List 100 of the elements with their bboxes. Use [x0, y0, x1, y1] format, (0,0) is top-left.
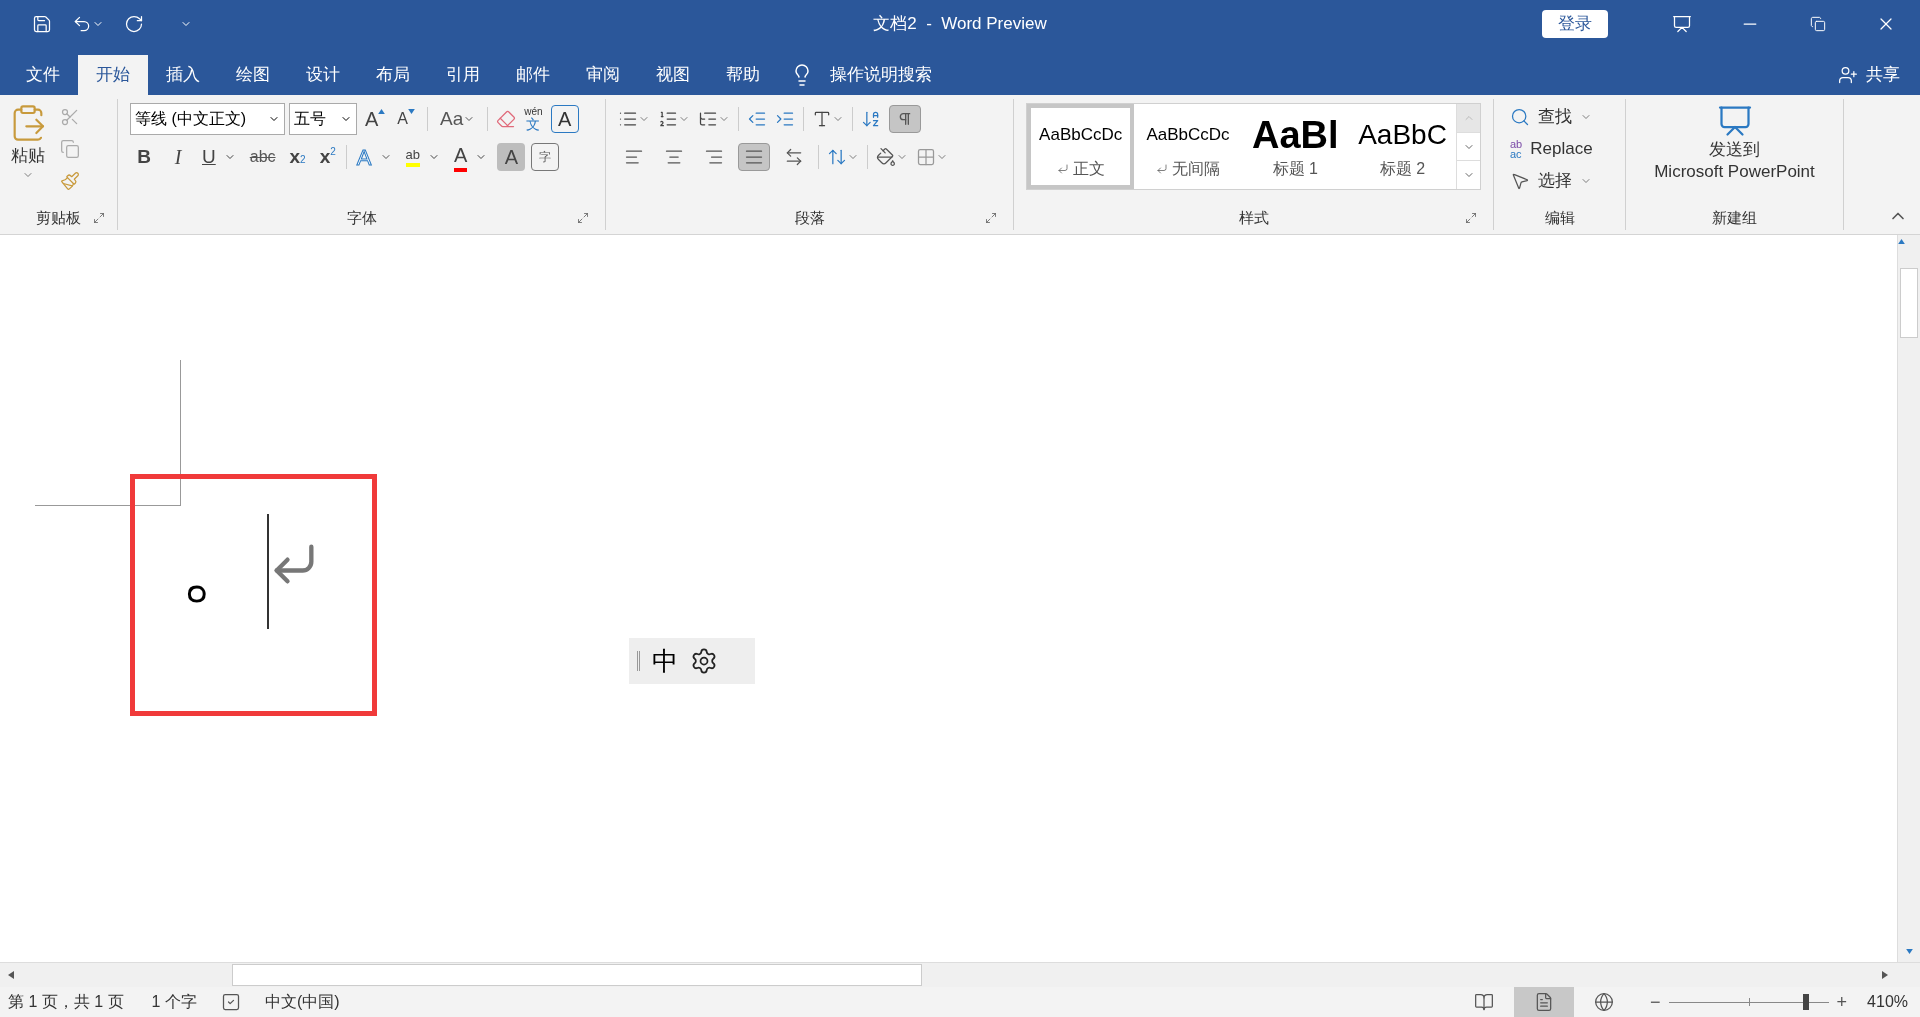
style-gallery-item[interactable]: AaBbCcDc 无间隔 — [1134, 104, 1242, 189]
group-label: 剪贴板 — [36, 207, 81, 228]
ribbon-tab[interactable]: 插入 — [148, 55, 218, 95]
ribbon-tab[interactable]: 设计 — [288, 55, 358, 95]
ribbon-tab[interactable]: 帮助 — [708, 55, 778, 95]
style-gallery-item[interactable]: AaBbC 标题 2 — [1348, 104, 1457, 189]
copy-icon[interactable] — [60, 139, 80, 159]
style-preview: AaBl — [1251, 112, 1339, 157]
phonetic-guide-button[interactable]: wén 文 — [520, 105, 547, 133]
borders-icon[interactable] — [916, 147, 936, 167]
sign-in-button[interactable]: 登录 — [1542, 10, 1608, 38]
word-count[interactable]: 1 个字 — [151, 990, 197, 1014]
document-text: 。 — [180, 527, 260, 607]
tell-me-search[interactable]: 操作说明搜索 — [830, 62, 932, 88]
page-count[interactable]: 第 1 页，共 1 页 — [8, 990, 124, 1014]
align-icon — [784, 147, 804, 167]
grow-font-button[interactable]: A — [361, 105, 390, 133]
find-button[interactable]: 查找 — [1538, 104, 1572, 130]
font-size-dropdown[interactable]: 五号 — [289, 103, 357, 135]
align-button[interactable] — [738, 143, 770, 171]
text-direction-icon[interactable] — [812, 109, 832, 129]
ribbon-tab[interactable]: 邮件 — [498, 55, 568, 95]
send-to-powerpoint-button[interactable]: 发送到 Microsoft PowerPoint — [1654, 139, 1815, 183]
horizontal-scrollbar[interactable] — [0, 962, 1920, 987]
sort-icon[interactable] — [861, 109, 881, 129]
ribbon-tab[interactable]: 审阅 — [568, 55, 638, 95]
dialog-launcher-icon[interactable] — [1465, 212, 1477, 224]
zoom-out-button[interactable]: − — [1650, 988, 1661, 1016]
ribbon-tab[interactable]: 布局 — [358, 55, 428, 95]
clear-formatting-icon[interactable] — [496, 109, 517, 129]
select-button[interactable]: 选择 — [1538, 168, 1572, 194]
underline-button[interactable]: U — [198, 143, 240, 171]
style-preview: AaBbCcDc — [1039, 123, 1123, 146]
numbering-icon[interactable] — [658, 109, 678, 129]
style-name: 标题 1 — [1272, 158, 1318, 179]
style-name: 标题 2 — [1379, 158, 1426, 179]
character-border-button[interactable]: A — [550, 105, 579, 133]
view-button[interactable] — [1514, 987, 1575, 1017]
shading-icon[interactable] — [876, 147, 896, 167]
search-icon — [1510, 107, 1530, 127]
font-color-button[interactable]: A — [449, 143, 492, 171]
group-label: 样式 — [1238, 207, 1269, 228]
scroll-up-icon — [1898, 239, 1905, 244]
ribbon-tab[interactable]: 绘图 — [218, 55, 288, 95]
ribbon-tab[interactable]: 引用 — [428, 55, 498, 95]
dialog-launcher-icon[interactable] — [985, 212, 997, 224]
save-icon[interactable] — [32, 14, 52, 34]
character-shading-button[interactable]: A — [497, 143, 526, 171]
proofing-icon[interactable] — [220, 992, 241, 1012]
replace-button[interactable]: Replace — [1530, 136, 1593, 162]
pilcrow-icon — [897, 111, 913, 127]
ribbon-tab[interactable]: 开始 — [78, 55, 148, 95]
undo-icon[interactable] — [72, 14, 92, 34]
cut-icon[interactable] — [60, 107, 80, 127]
group-label: 编辑 — [1544, 207, 1575, 228]
dialog-launcher-icon[interactable] — [93, 212, 105, 224]
style-name: 正文 — [1072, 158, 1105, 179]
zoom-in-button[interactable]: + — [1836, 988, 1848, 1016]
pointer-icon — [1510, 171, 1530, 191]
zoom-slider-thumb[interactable] — [1803, 994, 1810, 1010]
superscript-button[interactable]: x$^{2}$ — [315, 143, 340, 171]
group-label: 新建组 — [1712, 207, 1757, 228]
ribbon-tab[interactable]: 文件 — [8, 55, 78, 95]
ribbon-tab[interactable]: 视图 — [638, 55, 708, 95]
style-gallery-item[interactable]: AaBl 标题 1 — [1241, 104, 1349, 189]
triangle-down-icon — [408, 109, 415, 114]
change-case-button[interactable]: Aa — [436, 105, 480, 133]
redo-icon[interactable] — [124, 14, 144, 34]
show-marks-button[interactable] — [889, 105, 921, 133]
line-spacing-icon[interactable] — [827, 147, 847, 167]
scroll-left-icon[interactable] — [8, 971, 14, 979]
send-to-slides-icon[interactable] — [1716, 103, 1753, 139]
group-label: 段落 — [794, 207, 825, 228]
highlight-color-button[interactable]: ab — [401, 143, 444, 171]
zoom-slider[interactable] — [1668, 994, 1829, 1010]
style-name: 无间隔 — [1171, 158, 1220, 179]
style-preview: AaBbC — [1358, 117, 1447, 152]
group-label: 字体 — [346, 207, 377, 228]
scrollbar-thumb[interactable] — [1900, 268, 1918, 338]
style-gallery-item[interactable]: AaBbCcDc 正文 — [1027, 104, 1135, 189]
bold-button[interactable]: B — [130, 143, 158, 171]
paste-button[interactable]: 粘贴 — [11, 143, 45, 169]
share-button[interactable]: 共享 — [1866, 62, 1900, 88]
format-painter-icon[interactable] — [60, 171, 80, 191]
settings-icon[interactable] — [690, 647, 718, 675]
restore-icon[interactable] — [1810, 16, 1826, 32]
vertical-scrollbar[interactable] — [1897, 235, 1920, 962]
dialog-launcher-icon[interactable] — [577, 212, 589, 224]
zoom-percentage[interactable]: 410% — [1867, 990, 1908, 1014]
window-title: 文档2 - Word Preview — [873, 13, 1047, 36]
italic-button[interactable]: I — [164, 143, 192, 171]
shrink-font-button[interactable]: A — [393, 105, 419, 133]
ime-mode-toggle[interactable]: 中 — [652, 641, 678, 681]
language-indicator[interactable]: 中文(中国) — [264, 990, 340, 1014]
strikethrough-button[interactable]: abc — [245, 143, 280, 171]
scrollbar-thumb[interactable] — [232, 964, 922, 986]
enclose-characters-button[interactable]: 字 — [531, 143, 560, 171]
view-icon — [1474, 992, 1495, 1012]
scroll-right-icon[interactable] — [1882, 971, 1888, 979]
font-name-dropdown[interactable]: 等线 (中文正文) — [130, 103, 285, 135]
